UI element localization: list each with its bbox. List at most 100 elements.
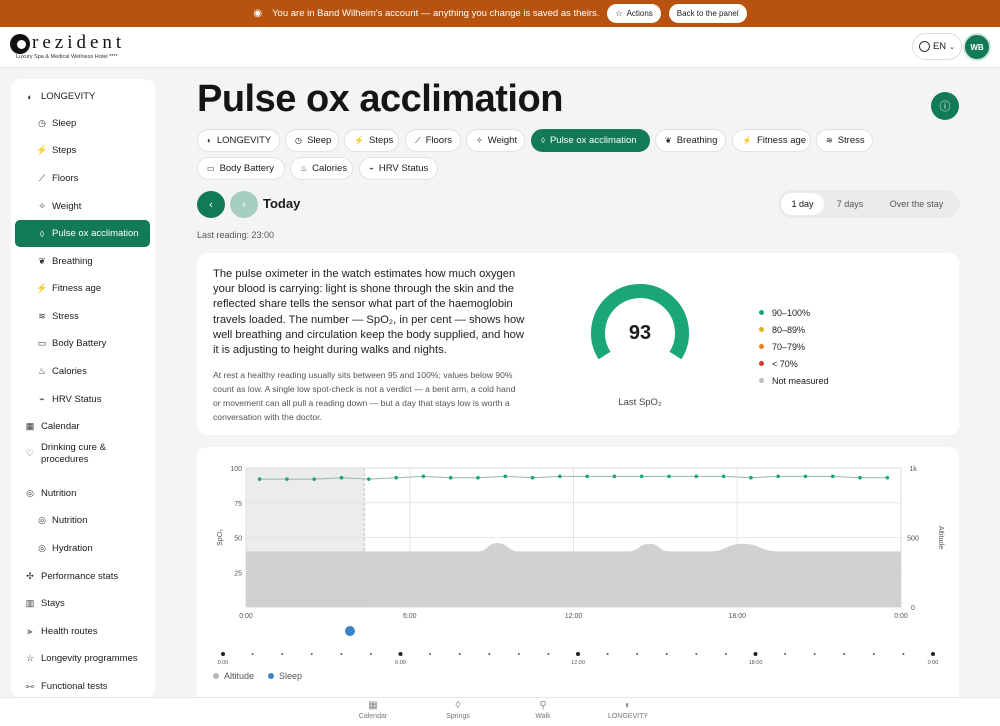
chevron-left-icon: ‹ — [209, 198, 213, 211]
chart-legend-item[interactable]: Altitude — [213, 671, 254, 681]
stats-icon: ✣ — [26, 571, 34, 581]
spo2-point — [285, 477, 289, 481]
sidebar-item-drinking-cure-procedures[interactable]: ♡ Drinking cure & procedures — [15, 439, 150, 469]
altitude-area — [246, 543, 901, 607]
spo2-point — [694, 474, 699, 479]
timeline-tick-label: 0:00 — [928, 660, 939, 666]
battery-icon: ▭ — [207, 164, 215, 173]
pulse-icon: ⌁ — [39, 394, 45, 404]
timeline-dot — [340, 653, 343, 655]
tab-label: Floors — [425, 135, 453, 146]
sidebar-item-label: Performance stats — [41, 571, 119, 582]
sidebar-item-stress[interactable]: ≋ Stress — [15, 303, 150, 330]
logo-word: rezident — [32, 32, 126, 53]
timeline-tick-label: 12:00 — [571, 660, 585, 666]
bottom-nav: ▦ Calendar ◊ Springs ⚲ Walk ◐ LONGEVITY — [0, 697, 1000, 726]
tab-body-battery[interactable]: ▭ Body Battery — [197, 157, 285, 180]
sidebar-item-nutrition[interactable]: ◎ Nutrition — [15, 507, 150, 534]
bottom-nav-longevity[interactable]: ◐ LONGEVITY — [598, 700, 658, 720]
bottom-nav-calendar[interactable]: ▦ Calendar — [343, 700, 403, 720]
range-option-7-days[interactable]: 7 days — [827, 193, 873, 215]
legend-dot — [268, 673, 275, 679]
sidebar-item-nutrition[interactable]: ◎ Nutrition — [15, 480, 150, 507]
spo2-point — [421, 474, 426, 479]
legend-dot — [759, 378, 764, 383]
sidebar-item-body-battery[interactable]: ▭ Body Battery — [15, 330, 150, 357]
star-icon: ☆ — [615, 9, 623, 18]
spo2-point — [830, 474, 835, 479]
calendar-icon: ▦ — [25, 421, 35, 431]
chart-legend-item[interactable]: Sleep — [268, 671, 302, 681]
sidebar-item-functional-tests[interactable]: ⧟ Functional tests — [15, 673, 150, 699]
info-button[interactable]: ⓘ — [931, 92, 959, 120]
sidebar-item-label: HRV Status — [52, 394, 102, 405]
sidebar-item-weight[interactable]: ✧ Weight — [15, 193, 150, 220]
sidebar-item-hrv-status[interactable]: ⌁ HRV Status — [15, 386, 150, 413]
tab-weight[interactable]: ✧ Weight — [466, 129, 525, 152]
language-selector[interactable]: EN ⌄ — [912, 33, 962, 60]
tab-breathing[interactable]: ❦ Breathing — [655, 129, 726, 152]
y-tick-label: 75 — [234, 501, 242, 508]
lungs-icon: ❦ — [38, 256, 46, 266]
legend-label: 80–89% — [772, 324, 806, 335]
tab-label: Calories — [312, 163, 348, 174]
bottom-nav-springs[interactable]: ◊ Springs — [428, 700, 488, 720]
x-tick-label: 18:00 — [728, 613, 746, 620]
last-reading: Last reading: 23:00 — [197, 230, 275, 240]
y2-tick-label: 500 — [907, 536, 919, 543]
steps-icon: ⚡ — [354, 136, 364, 145]
sidebar-item-label: Body Battery — [52, 338, 107, 349]
sidebar: ◐ LONGEVITY ◷ Sleep ⚡ Steps ⟋ Floors ✧ Weight ◊ Pul… — [11, 79, 155, 699]
chart-legend: Altitude Sleep — [213, 671, 302, 681]
avatar[interactable]: WB — [963, 33, 991, 61]
tab-fitness-age[interactable]: ⚡ Fitness age — [732, 129, 811, 152]
sidebar-item-health-routes[interactable]: ⫸ Health routes — [15, 618, 150, 645]
sidebar-item-steps[interactable]: ⚡ Steps — [15, 137, 150, 164]
timeline-dot — [488, 653, 491, 655]
bottom-nav-walk[interactable]: ⚲ Walk — [513, 700, 573, 720]
sidebar-item-sleep[interactable]: ◷ Sleep — [15, 110, 150, 137]
timeline-dot — [606, 653, 609, 655]
timeline-dot — [872, 653, 875, 655]
sidebar-item-floors[interactable]: ⟋ Floors — [15, 165, 150, 192]
tab-pulse-ox-acclimation[interactable]: ◊ Pulse ox acclimation — [531, 129, 650, 152]
tab-sleep[interactable]: ◷ Sleep — [285, 129, 339, 152]
sidebar-item-label: Nutrition — [41, 488, 77, 499]
sidebar-item-longevity[interactable]: ◐ LONGEVITY — [15, 83, 150, 110]
legend-label: < 70% — [772, 358, 798, 369]
route-icon: ⫸ — [27, 626, 33, 636]
sidebar-item-longevity-programmes[interactable]: ☆ Longevity programmes — [15, 645, 150, 672]
sidebar-item-breathing[interactable]: ❦ Breathing — [15, 248, 150, 275]
next-day-button[interactable]: › — [230, 191, 258, 218]
language-label: EN — [932, 41, 947, 52]
sidebar-item-stays[interactable]: ▥ Stays — [15, 590, 150, 617]
legend-dot — [759, 310, 764, 315]
sidebar-item-hydration[interactable]: ◎ Hydration — [15, 535, 150, 562]
tab-calories[interactable]: ♨ Calories — [290, 157, 353, 180]
sidebar-item-label: Steps — [52, 145, 77, 156]
range-option-over-the-stay[interactable]: Over the stay — [876, 193, 957, 215]
tab-longevity[interactable]: ◐ LONGEVITY — [197, 129, 280, 152]
y-tick-label: 50 — [234, 536, 242, 543]
spo2-point — [612, 474, 617, 479]
sidebar-item-performance-stats[interactable]: ✣ Performance stats — [15, 563, 150, 590]
previous-day-button[interactable]: ‹ — [197, 191, 225, 218]
range-option-1-day[interactable]: 1 day — [781, 193, 824, 215]
back-to-panel-button[interactable]: Back to the panel — [668, 4, 747, 23]
actions-button[interactable]: ☆ Actions — [607, 4, 661, 23]
sidebar-item-pulse-ox-acclimation[interactable]: ◊ Pulse ox acclimation — [15, 220, 150, 247]
sidebar-item-fitness-age[interactable]: ⚡ Fitness age — [15, 275, 150, 302]
timeline-dot — [547, 653, 550, 655]
star-icon: ☆ — [25, 653, 35, 663]
activity-marker — [345, 626, 355, 636]
sidebar-item-calendar[interactable]: ▦ Calendar — [15, 413, 150, 440]
runner-icon: ⚡ — [36, 283, 48, 293]
tab-hrv-status[interactable]: ⌁ HRV Status — [359, 157, 438, 180]
hotel-logo[interactable]: rezident Luxury Spa & Medical Wellness H… — [10, 32, 145, 63]
sidebar-item-calories[interactable]: ♨ Calories — [15, 358, 150, 385]
drop-icon: ◊ — [39, 228, 45, 239]
tab-floors[interactable]: ⟋ Floors — [405, 129, 461, 152]
runner-icon: ⚡ — [742, 136, 752, 145]
tab-steps[interactable]: ⚡ Steps — [344, 129, 399, 152]
tab-stress[interactable]: ≋ Stress — [816, 129, 873, 152]
